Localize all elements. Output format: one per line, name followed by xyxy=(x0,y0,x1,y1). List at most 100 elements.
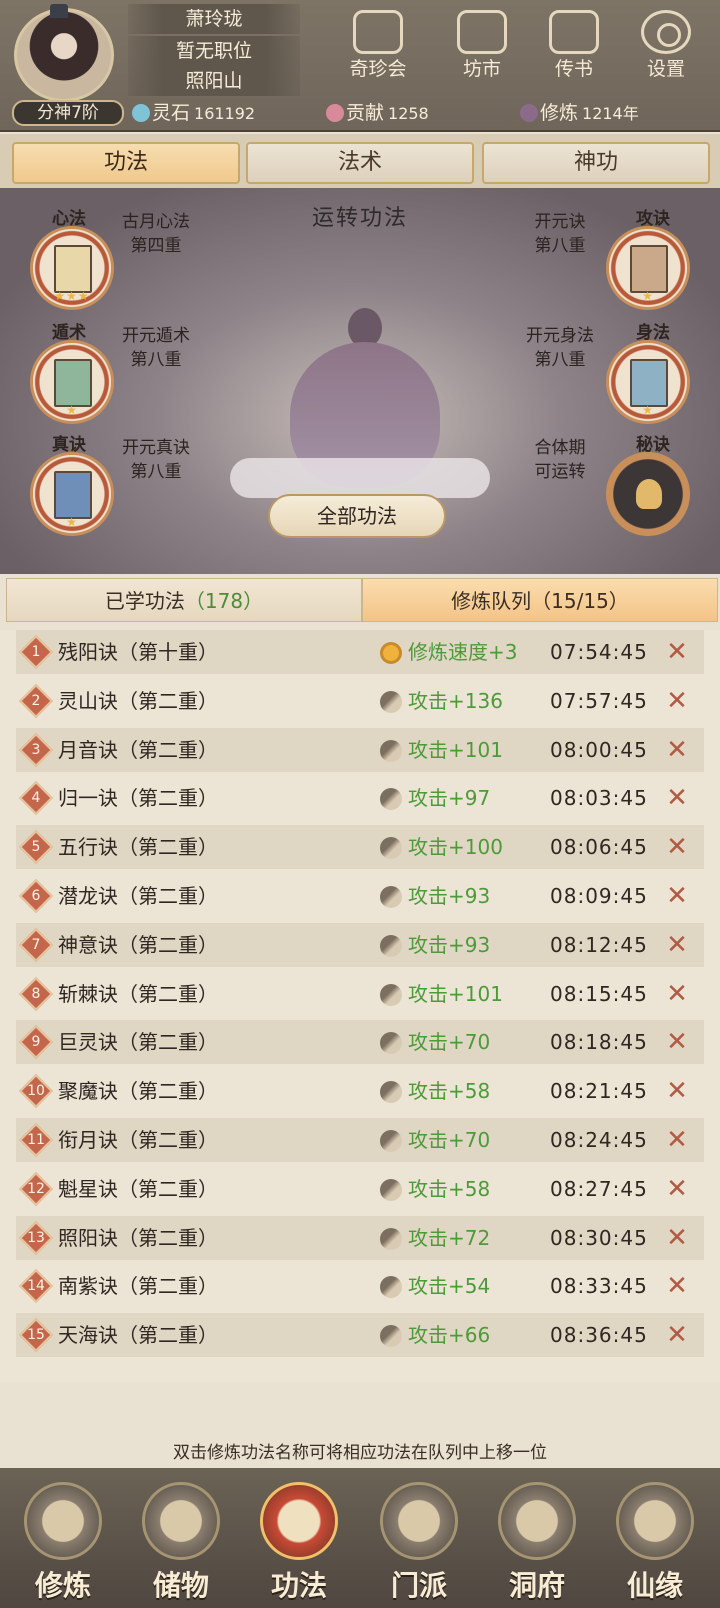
remove-icon[interactable]: ✕ xyxy=(662,1321,692,1349)
technique-bonus: 攻击+58 xyxy=(408,1079,491,1104)
slot-escape-art[interactable]: ★ xyxy=(30,340,114,424)
technique-name[interactable]: 天海诀（第二重） xyxy=(58,1313,218,1357)
tab-spells[interactable]: 法术 xyxy=(246,142,474,184)
remove-icon[interactable]: ✕ xyxy=(662,980,692,1008)
treasure-pavilion-button[interactable]: 奇珍会 xyxy=(338,10,418,88)
player-header: 分神7阶 萧玲珑 暂无职位 照阳山 奇珍会 坊市 传书 设置 灵石 161192 … xyxy=(0,0,720,132)
remove-icon[interactable]: ✕ xyxy=(662,1028,692,1056)
remove-icon[interactable]: ✕ xyxy=(662,882,692,910)
queue-row[interactable]: 3 月音诀（第二重） 攻击+101 08:00:45 ✕ xyxy=(16,727,704,772)
queue-index: 3 xyxy=(31,741,41,758)
queue-row[interactable]: 11 衔月诀（第二重） 攻击+70 08:24:45 ✕ xyxy=(16,1118,704,1162)
letter-button[interactable]: 传书 xyxy=(534,10,614,88)
tab-learned-techniques[interactable]: 已学功法（178） xyxy=(6,578,362,622)
avatar[interactable] xyxy=(14,8,114,102)
market-button[interactable]: 坊市 xyxy=(442,10,522,88)
queue-row[interactable]: 5 五行诀（第二重） 攻击+100 08:06:45 ✕ xyxy=(16,825,704,870)
technique-scroll-icon xyxy=(260,1482,338,1560)
queue-row[interactable]: 6 潜龙诀（第二重） 攻击+93 08:09:45 ✕ xyxy=(16,874,704,918)
technique-bonus: 攻击+72 xyxy=(408,1225,491,1250)
queue-row[interactable]: 12 魁星诀（第二重） 攻击+58 08:27:45 ✕ xyxy=(16,1167,704,1211)
technique-name[interactable]: 聚魔诀（第二重） xyxy=(58,1069,218,1113)
queue-index: 13 xyxy=(27,1229,45,1246)
technique-name[interactable]: 照阳诀（第二重） xyxy=(58,1216,218,1260)
letter-label: 传书 xyxy=(554,58,593,80)
attack-sword-icon xyxy=(380,1276,402,1299)
remove-icon[interactable]: ✕ xyxy=(662,1224,692,1252)
slot-true-formula[interactable]: ★ xyxy=(30,452,114,536)
queue-index: 14 xyxy=(27,1278,45,1295)
technique-name[interactable]: 神意诀（第二重） xyxy=(58,923,218,967)
avatar-frame[interactable]: 分神7阶 xyxy=(6,4,124,126)
contribution-label: 贡献 xyxy=(346,102,385,124)
technique-name[interactable]: 巨灵诀（第二重） xyxy=(58,1020,218,1064)
treasure-pavilion-icon xyxy=(353,10,403,54)
remove-icon[interactable]: ✕ xyxy=(662,784,692,812)
technique-name[interactable]: 残阳诀（第十重） xyxy=(58,630,218,674)
nav-cultivate[interactable]: 修炼 xyxy=(8,1482,118,1602)
technique-name[interactable]: 斩棘诀（第二重） xyxy=(58,972,218,1016)
slot-heart-method[interactable]: ★★★ xyxy=(30,226,114,310)
remove-icon[interactable]: ✕ xyxy=(662,638,692,666)
tab-divine-arts[interactable]: 神功 xyxy=(482,142,710,184)
remove-icon[interactable]: ✕ xyxy=(662,1272,692,1300)
queue-row[interactable]: 15 天海诀（第二重） 攻击+66 08:36:45 ✕ xyxy=(16,1313,704,1358)
nav-sect[interactable]: 门派 xyxy=(364,1482,474,1602)
slot-attack-formula[interactable]: ★ xyxy=(606,226,690,310)
remove-icon[interactable]: ✕ xyxy=(662,931,692,959)
remove-icon[interactable]: ✕ xyxy=(662,736,692,764)
attack-sword-icon xyxy=(380,1130,402,1152)
technique-name[interactable]: 魁星诀（第二重） xyxy=(58,1167,218,1211)
completion-time: 08:06:45 xyxy=(550,835,648,860)
nav-immortal-fate[interactable]: 仙缘 xyxy=(600,1482,710,1602)
slot-body-art[interactable]: ★ xyxy=(606,340,690,424)
queue-row[interactable]: 7 神意诀（第二重） 攻击+93 08:12:45 ✕ xyxy=(16,922,704,967)
queue-row[interactable]: 1 残阳诀（第十重） 修炼速度+3 07:54:45 ✕ xyxy=(16,630,704,674)
attack-sword-icon xyxy=(380,1032,402,1055)
queue-row[interactable]: 9 巨灵诀（第二重） 攻击+70 08:18:45 ✕ xyxy=(16,1020,704,1065)
queue-row[interactable]: 8 斩棘诀（第二重） 攻击+101 08:15:45 ✕ xyxy=(16,972,704,1016)
queue-index: 10 xyxy=(27,1083,45,1100)
queue-row[interactable]: 2 灵山诀（第二重） 攻击+136 07:57:45 ✕ xyxy=(16,679,704,723)
nav-techniques[interactable]: 功法 xyxy=(244,1482,354,1602)
queue-row[interactable]: 13 照阳诀（第二重） 攻击+72 08:30:45 ✕ xyxy=(16,1215,704,1260)
technique-bonus: 攻击+70 xyxy=(408,1030,491,1055)
nav-cave-abode[interactable]: 洞府 xyxy=(482,1482,592,1602)
contribution-resource: 贡献 1258 xyxy=(326,100,429,126)
technique-name[interactable]: 五行诀（第二重） xyxy=(58,825,218,869)
contribution-value: 1258 xyxy=(388,104,429,123)
technique-name[interactable]: 归一诀（第二重） xyxy=(58,776,218,820)
remove-icon[interactable]: ✕ xyxy=(662,833,692,861)
tab-techniques[interactable]: 功法 xyxy=(12,142,240,184)
queue-row[interactable]: 10 聚魔诀（第二重） 攻击+58 08:21:45 ✕ xyxy=(16,1069,704,1113)
technique-name[interactable]: 南紫诀（第二重） xyxy=(58,1264,218,1308)
treasure-pavilion-label: 奇珍会 xyxy=(349,58,407,80)
remove-icon[interactable]: ✕ xyxy=(662,1077,692,1105)
immortal-fate-icon xyxy=(616,1482,694,1560)
cultivation-value: 1214年 xyxy=(582,104,639,123)
remove-icon[interactable]: ✕ xyxy=(662,1175,692,1203)
slot-tag: 心法 xyxy=(52,209,86,229)
technique-name[interactable]: 潜龙诀（第二重） xyxy=(58,874,218,918)
remove-icon[interactable]: ✕ xyxy=(662,1126,692,1154)
technique-name[interactable]: 衔月诀（第二重） xyxy=(58,1118,218,1162)
queue-row[interactable]: 14 南紫诀（第二重） 攻击+54 08:33:45 ✕ xyxy=(16,1264,704,1308)
all-techniques-button[interactable]: 全部功法 xyxy=(268,494,446,538)
slot-secret-formula[interactable] xyxy=(606,452,690,536)
spirit-stone-label: 灵石 xyxy=(152,102,191,124)
queue-row[interactable]: 4 归一诀（第二重） 攻击+97 08:03:45 ✕ xyxy=(16,776,704,820)
attack-sword-icon xyxy=(380,983,402,1006)
nav-label: 洞府 xyxy=(508,1569,565,1602)
technique-name[interactable]: 灵山诀（第二重） xyxy=(58,679,218,723)
tab-cultivation-queue[interactable]: 修炼队列（15/15） xyxy=(362,578,718,622)
slot-text: 开元身法 第八重 xyxy=(526,326,594,370)
contribution-icon xyxy=(326,104,344,122)
remove-icon[interactable]: ✕ xyxy=(662,687,692,715)
completion-time: 08:30:45 xyxy=(550,1225,648,1250)
settings-button[interactable]: 设置 xyxy=(626,10,706,88)
slot-text: 合体期 可运转 xyxy=(534,438,586,482)
technique-name[interactable]: 月音诀（第二重） xyxy=(58,728,218,772)
storage-bag-icon xyxy=(142,1482,220,1560)
market-icon xyxy=(457,10,507,54)
nav-storage[interactable]: 储物 xyxy=(126,1482,236,1602)
